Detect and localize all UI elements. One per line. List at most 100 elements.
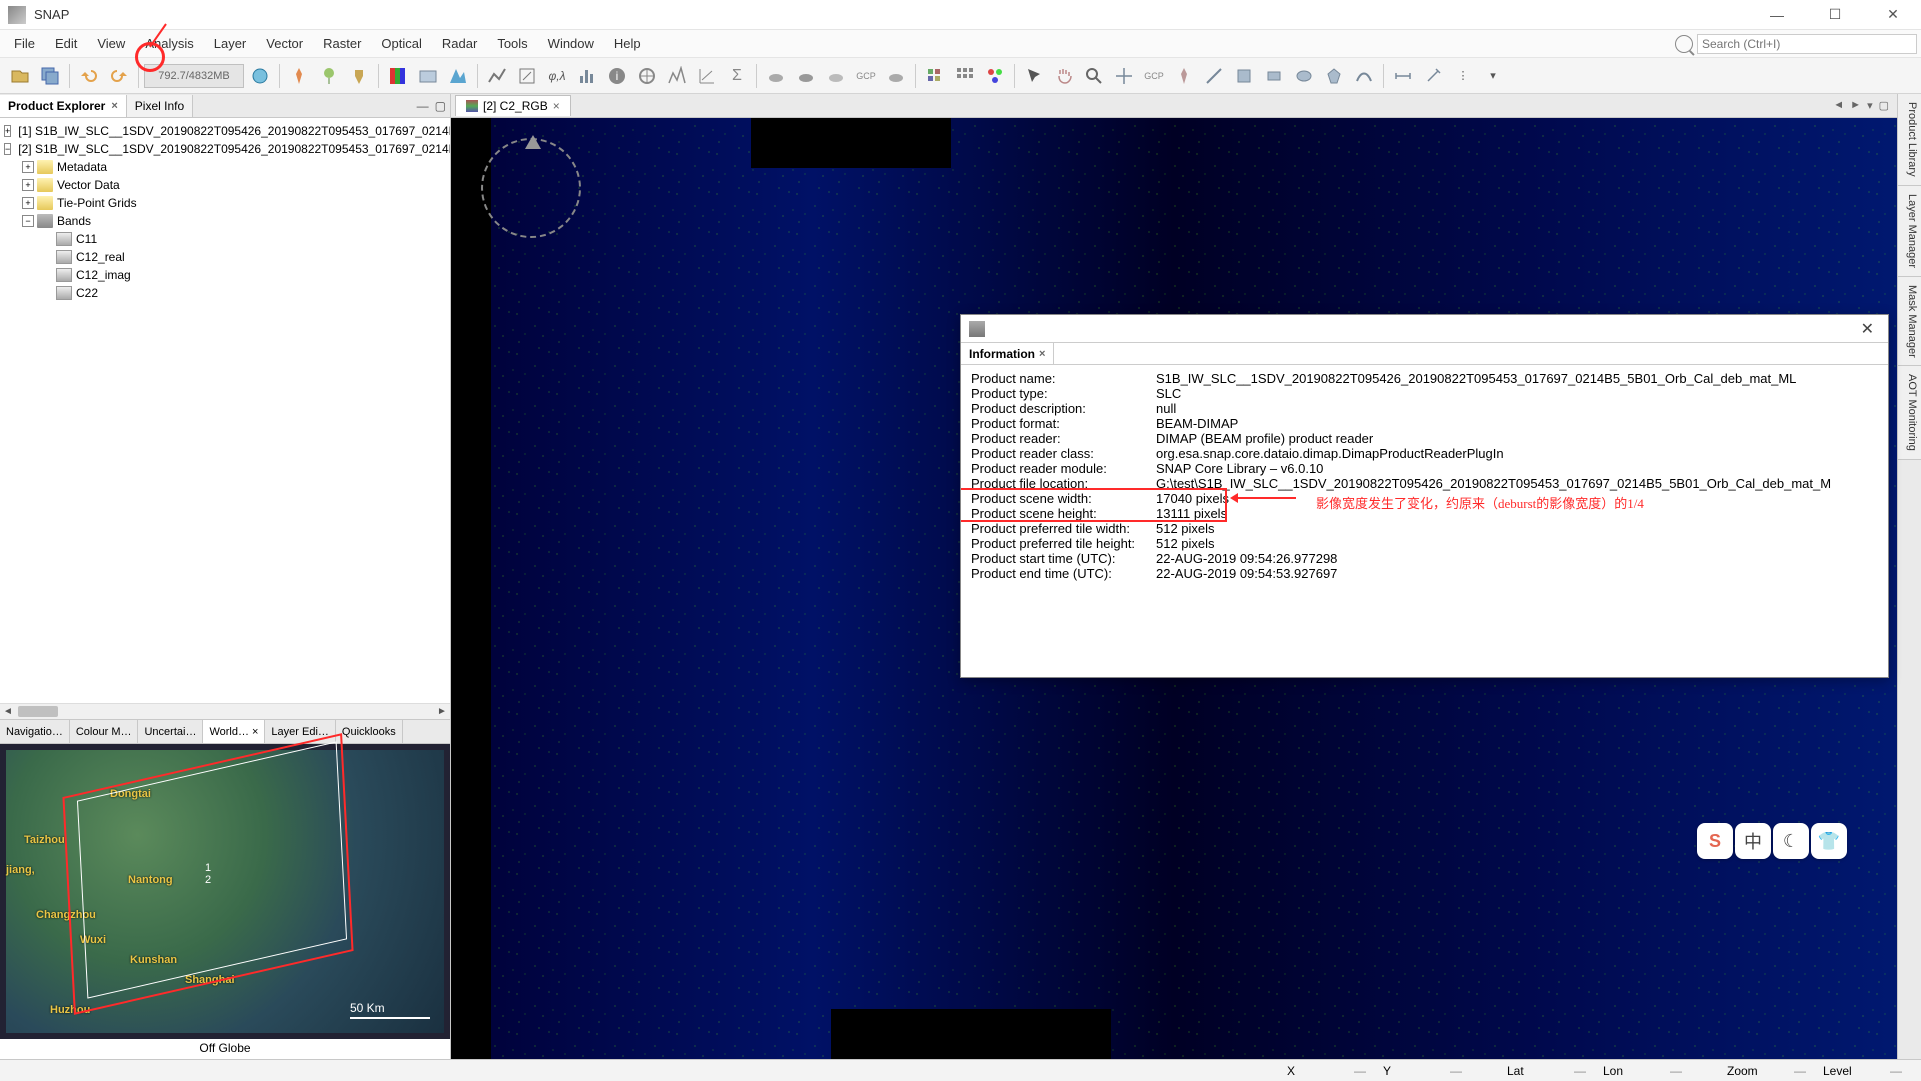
close-icon[interactable]: × (1039, 348, 1045, 360)
tab-uncertainty[interactable]: Uncertai… (138, 720, 203, 743)
tab-mask-manager[interactable]: Mask Manager (1898, 277, 1921, 367)
tab-navigation[interactable]: Navigatio… (0, 720, 70, 743)
tree-vector-data[interactable]: +Vector Data (0, 176, 450, 194)
open-button[interactable] (6, 62, 34, 90)
scatter-button[interactable] (693, 62, 721, 90)
compass-icon[interactable] (481, 138, 581, 238)
search-input[interactable] (1697, 34, 1917, 54)
expand-icon[interactable]: + (22, 197, 34, 209)
histogram-button[interactable] (573, 62, 601, 90)
menu-layer[interactable]: Layer (204, 32, 257, 55)
menu-window[interactable]: Window (538, 32, 604, 55)
tab-colour-manip[interactable]: Colour M… (70, 720, 139, 743)
range-tool[interactable] (1389, 62, 1417, 90)
draw-rect-tool[interactable] (1230, 62, 1258, 90)
tab-quicklooks[interactable]: Quicklooks (336, 720, 403, 743)
dialog-close-button[interactable]: ✕ (1855, 319, 1880, 339)
close-icon[interactable]: × (252, 726, 258, 738)
cloud-tool-1[interactable] (762, 62, 790, 90)
cloud-tool-3[interactable] (822, 62, 850, 90)
view-max-icon[interactable]: ▢ (1879, 99, 1889, 112)
tab-aot-monitoring[interactable]: AOT Monitoring (1898, 366, 1921, 460)
phi-lambda-button[interactable]: φ,λ (543, 62, 571, 90)
pin-tool-2[interactable] (315, 62, 343, 90)
ime-skin-button[interactable]: 👕 (1811, 823, 1847, 859)
memory-indicator[interactable]: 792.7/4832MB (144, 64, 244, 88)
zoom-tool[interactable] (1080, 62, 1108, 90)
chart-button[interactable] (483, 62, 511, 90)
expand-icon[interactable]: + (4, 125, 11, 137)
palette-tool[interactable] (981, 62, 1009, 90)
cloud-tool-2[interactable] (792, 62, 820, 90)
menu-analysis[interactable]: Analysis (135, 32, 203, 55)
screenshot-button[interactable] (414, 62, 442, 90)
tab-product-explorer[interactable]: Product Explorer× (0, 95, 127, 117)
panel-minimize-icon[interactable]: — (417, 99, 429, 113)
close-icon[interactable]: × (111, 100, 117, 112)
crosshair-tool[interactable] (1110, 62, 1138, 90)
draw-ellipse-tool[interactable] (1290, 62, 1318, 90)
menu-optical[interactable]: Optical (371, 32, 431, 55)
information-tab[interactable]: Information× (961, 343, 1054, 364)
tree-scrollbar[interactable]: ◄► (0, 703, 450, 719)
collapse-icon[interactable]: − (4, 143, 11, 155)
spectrum-chart-button[interactable] (663, 62, 691, 90)
pin-tool-1[interactable] (285, 62, 313, 90)
tree-band-c12real[interactable]: C12_real (0, 248, 450, 266)
toolbar-chevron[interactable]: ▾ (1479, 62, 1507, 90)
tree-tiepoint[interactable]: +Tie-Point Grids (0, 194, 450, 212)
view-prev-icon[interactable]: ◄ (1833, 99, 1844, 112)
pan-tool[interactable] (1050, 62, 1078, 90)
gcp-tool[interactable]: GCP (1140, 62, 1168, 90)
information-body[interactable]: Product name:S1B_IW_SLC__1SDV_20190822T0… (961, 365, 1888, 677)
close-button[interactable]: ✕ (1873, 3, 1913, 27)
draw-polygon-tool[interactable] (1320, 62, 1348, 90)
view-tab-c2rgb[interactable]: [2] C2_RGB × (455, 95, 571, 116)
tree-band-c12imag[interactable]: C12_imag (0, 266, 450, 284)
tree-band-c22[interactable]: C22 (0, 284, 450, 302)
undo-button[interactable] (75, 62, 103, 90)
info-button[interactable]: i (603, 62, 631, 90)
expand-icon[interactable]: + (22, 179, 34, 191)
minimize-button[interactable]: — (1757, 3, 1797, 27)
edit-geom-button[interactable] (513, 62, 541, 90)
menu-vector[interactable]: Vector (256, 32, 313, 55)
view-next-icon[interactable]: ► (1850, 99, 1861, 112)
menu-tools[interactable]: Tools (487, 32, 537, 55)
world-map-button[interactable] (444, 62, 472, 90)
menu-help[interactable]: Help (604, 32, 651, 55)
draw-path-tool[interactable] (1350, 62, 1378, 90)
grid-tool-1[interactable] (921, 62, 949, 90)
globe-refresh-button[interactable] (246, 62, 274, 90)
ime-s-button[interactable]: S (1697, 823, 1733, 859)
tree-product-1[interactable]: +[1] S1B_IW_SLC__1SDV_20190822T095426_20… (0, 122, 450, 140)
view-menu-icon[interactable]: ▾ (1867, 99, 1873, 112)
world-view[interactable]: Dongtai Taizhou jiang, Nantong Changzhou… (0, 744, 450, 1039)
panel-menu-icon[interactable]: ▢ (435, 99, 446, 113)
ime-moon-button[interactable]: ☾ (1773, 823, 1809, 859)
toolbar-more[interactable]: ⋮ (1449, 62, 1477, 90)
menu-raster[interactable]: Raster (313, 32, 371, 55)
wand-tool[interactable] (1419, 62, 1447, 90)
redo-button[interactable] (105, 62, 133, 90)
pin-tool[interactable] (1170, 62, 1198, 90)
tab-world-view[interactable]: World…× (203, 720, 265, 743)
maximize-button[interactable]: ☐ (1815, 3, 1855, 27)
expand-icon[interactable]: + (22, 161, 34, 173)
draw-line-tool[interactable] (1200, 62, 1228, 90)
draw-rect2-tool[interactable] (1260, 62, 1288, 90)
statistics-button[interactable]: Σ (723, 62, 751, 90)
collapse-icon[interactable]: − (22, 215, 34, 227)
close-icon[interactable]: × (553, 99, 560, 113)
menu-radar[interactable]: Radar (432, 32, 487, 55)
ime-zh-button[interactable]: 中 (1735, 823, 1771, 859)
tree-metadata[interactable]: +Metadata (0, 158, 450, 176)
color-manip-button[interactable] (384, 62, 412, 90)
tree-band-c11[interactable]: C11 (0, 230, 450, 248)
tab-layer-manager[interactable]: Layer Manager (1898, 186, 1921, 277)
geo-coding-button[interactable] (633, 62, 661, 90)
tab-pixel-info[interactable]: Pixel Info (127, 95, 193, 117)
cloud-tool-4[interactable] (882, 62, 910, 90)
menu-view[interactable]: View (87, 32, 135, 55)
grid-tool-2[interactable] (951, 62, 979, 90)
